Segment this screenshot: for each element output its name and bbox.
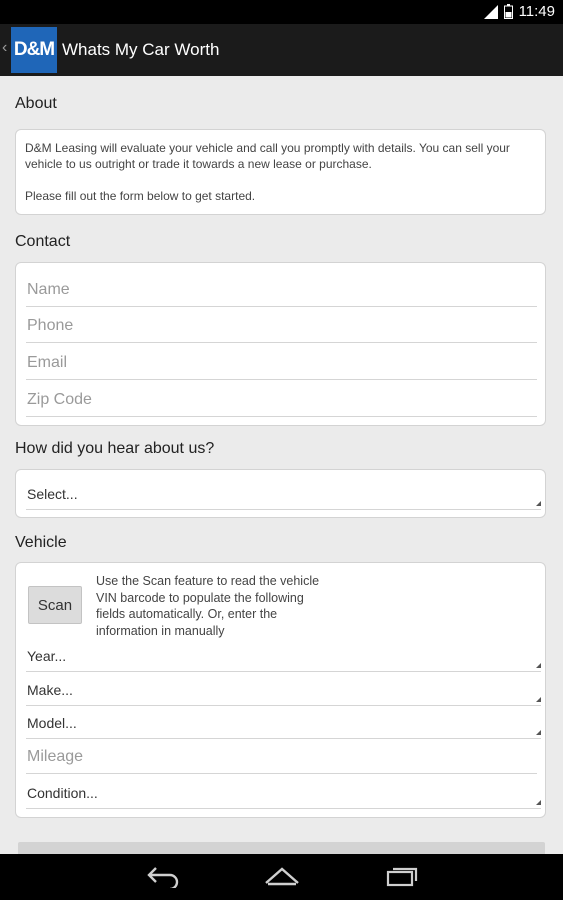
make-select-value: Make...	[27, 682, 73, 698]
battery-icon	[503, 4, 513, 19]
dropdown-arrow-icon	[536, 501, 541, 506]
vehicle-card: Scan Use the Scan feature to read the ve…	[15, 562, 546, 818]
phone-field[interactable]: Phone	[26, 309, 537, 343]
recent-apps-icon[interactable]	[385, 864, 419, 893]
about-text-2: Please fill out the form below to get st…	[25, 189, 256, 203]
about-card: D&M Leasing will evaluate your vehicle a…	[15, 129, 546, 215]
vehicle-heading: Vehicle	[15, 534, 67, 551]
contact-card: Name Phone Email Zip Code	[15, 262, 546, 426]
chevron-left-icon[interactable]: ‹	[2, 39, 7, 57]
send-information-button[interactable]: Send Information	[18, 842, 545, 854]
referral-select[interactable]: Select...	[26, 478, 541, 510]
dropdown-arrow-icon	[536, 730, 541, 735]
name-field[interactable]: Name	[26, 273, 537, 307]
referral-select-value: Select...	[27, 486, 78, 502]
dropdown-arrow-icon	[536, 697, 541, 702]
model-select-value: Model...	[27, 715, 77, 731]
condition-select[interactable]: Condition...	[26, 777, 541, 809]
referral-heading: How did you hear about us?	[15, 440, 215, 457]
mileage-field[interactable]: Mileage	[26, 740, 537, 774]
form-content[interactable]: About D&M Leasing will evaluate your veh…	[0, 76, 563, 854]
email-field[interactable]: Email	[26, 346, 537, 380]
scan-description: Use the Scan feature to read the vehicle…	[96, 574, 320, 638]
action-bar: ‹ D&M Whats My Car Worth	[0, 24, 563, 76]
scan-button[interactable]: Scan	[28, 586, 82, 624]
about-heading: About	[15, 95, 57, 112]
zip-code-field[interactable]: Zip Code	[26, 383, 537, 417]
year-select-value: Year...	[27, 648, 67, 664]
app-logo[interactable]: D&M	[11, 27, 57, 73]
dropdown-arrow-icon	[536, 663, 541, 668]
year-select[interactable]: Year...	[26, 640, 541, 672]
back-icon[interactable]	[146, 864, 180, 893]
dropdown-arrow-icon	[536, 800, 541, 805]
model-select[interactable]: Model...	[26, 707, 541, 739]
app-title: Whats My Car Worth	[62, 40, 220, 59]
navigation-bar	[0, 854, 563, 900]
referral-card: Select...	[15, 469, 546, 518]
status-bar: 11:49	[0, 0, 563, 24]
home-icon[interactable]	[263, 864, 301, 893]
contact-heading: Contact	[15, 233, 71, 250]
status-time: 11:49	[518, 3, 555, 20]
condition-select-value: Condition...	[27, 785, 98, 801]
about-text: D&M Leasing will evaluate your vehicle a…	[25, 141, 510, 171]
make-select[interactable]: Make...	[26, 674, 541, 706]
signal-icon	[483, 4, 498, 19]
